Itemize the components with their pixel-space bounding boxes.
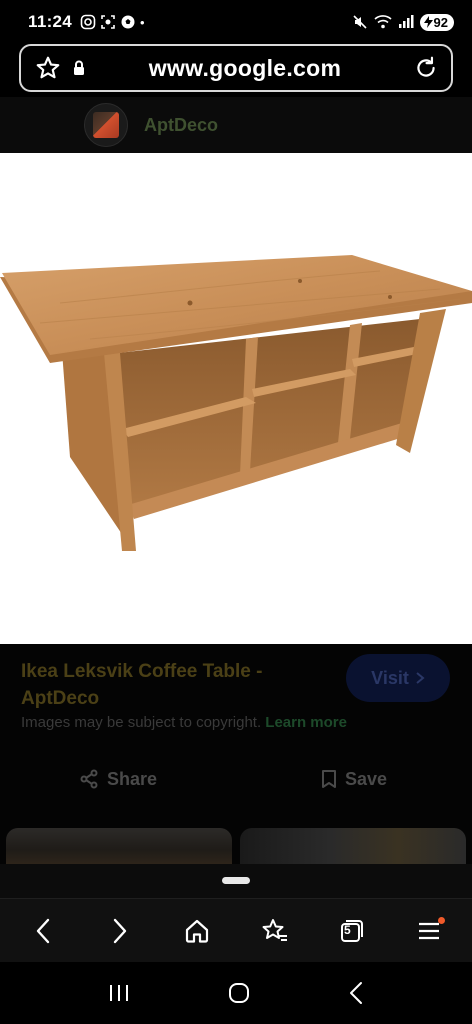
bottom-sheet[interactable] xyxy=(0,864,472,898)
share-button[interactable]: Share xyxy=(0,764,236,794)
recents-icon[interactable] xyxy=(108,983,130,1003)
related-image-thumbnail[interactable] xyxy=(6,828,232,864)
copyright-text: Images may be subject to copyright. xyxy=(21,714,262,731)
wifi-icon xyxy=(373,15,392,29)
menu-icon xyxy=(419,922,440,939)
battery-icon: 92 xyxy=(419,13,454,31)
status-system-icons: 92 xyxy=(352,13,454,31)
chevron-right-icon xyxy=(416,672,425,684)
browser-toolbar: 5 xyxy=(0,898,472,962)
star-icon[interactable] xyxy=(35,55,61,81)
home-button[interactable] xyxy=(169,903,225,959)
bookmark-icon xyxy=(321,770,336,788)
back-button[interactable] xyxy=(15,903,71,959)
save-button[interactable]: Save xyxy=(236,764,472,794)
learn-more-link[interactable]: Learn more xyxy=(265,714,347,731)
copyright-notice: Images may be subject to copyright. Lear… xyxy=(21,714,347,731)
notification-dot xyxy=(438,916,446,924)
back-arrow-icon xyxy=(36,918,49,943)
instagram-icon xyxy=(80,14,96,30)
back-icon[interactable] xyxy=(348,981,364,1005)
related-images xyxy=(6,828,472,864)
image-actions: Share Save xyxy=(0,764,472,794)
save-label: Save xyxy=(344,768,388,789)
status-notification-icons: • xyxy=(80,14,145,30)
home-circle-icon[interactable] xyxy=(227,981,251,1005)
status-bar: 11:24 • 92 xyxy=(0,0,472,44)
tabs-icon xyxy=(340,919,363,942)
reload-icon[interactable] xyxy=(413,55,439,81)
share-icon xyxy=(80,769,98,789)
menu-button[interactable] xyxy=(401,903,457,959)
system-navigation-bar xyxy=(0,962,472,1024)
coffee-table-image xyxy=(0,255,472,551)
status-time: 11:24 xyxy=(28,12,73,31)
battery-level: 92 xyxy=(433,14,448,30)
related-image-thumbnail[interactable] xyxy=(240,828,466,864)
signal-icon xyxy=(398,15,414,28)
url-text[interactable]: www.google.com xyxy=(77,55,413,82)
product-image[interactable] xyxy=(0,153,472,644)
aptdeco-logo-icon xyxy=(93,112,119,138)
drag-handle[interactable] xyxy=(222,877,250,884)
bookmarks-button[interactable] xyxy=(247,903,303,959)
share-label: Share xyxy=(106,768,158,789)
tab-count: 5 xyxy=(343,922,351,937)
mute-icon xyxy=(352,15,367,29)
charging-bolt-icon xyxy=(423,16,433,28)
site-name[interactable]: AptDeco xyxy=(144,115,218,136)
tabs-button[interactable]: 5 xyxy=(324,903,380,959)
forward-arrow-icon xyxy=(113,918,127,943)
source-site-header[interactable]: AptDeco xyxy=(0,97,472,153)
home-icon xyxy=(186,919,209,943)
visit-label: Visit xyxy=(371,667,409,688)
visit-button[interactable]: Visit xyxy=(346,654,450,702)
site-logo xyxy=(84,103,128,147)
result-title[interactable]: Ikea Leksvik Coffee Table - AptDeco xyxy=(21,658,321,712)
bookmarks-icon xyxy=(262,918,287,941)
status-dot: • xyxy=(140,14,145,30)
url-bar[interactable]: www.google.com xyxy=(19,44,453,92)
forward-button[interactable] xyxy=(92,903,148,959)
soccer-ball-icon xyxy=(121,15,135,29)
screenshot-icon xyxy=(101,15,115,29)
